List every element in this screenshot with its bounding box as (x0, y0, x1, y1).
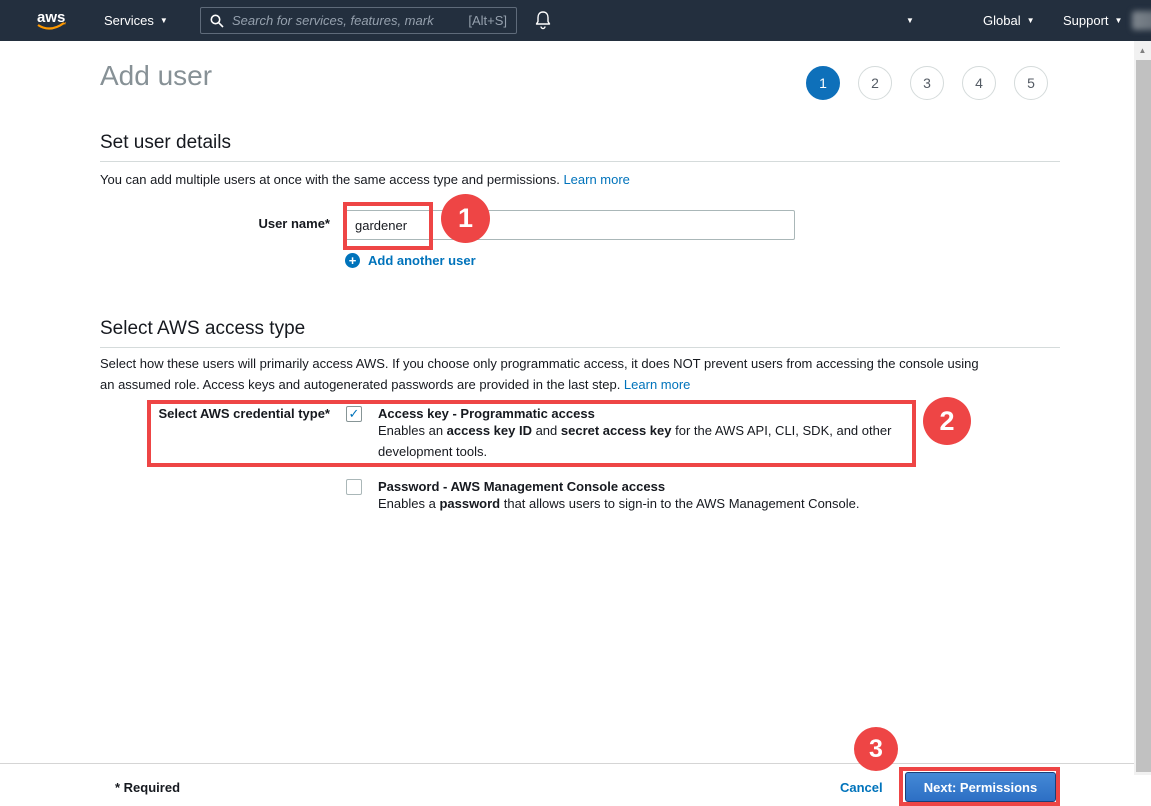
add-another-user-label: Add another user (368, 253, 476, 268)
credential-type-label: Select AWS credential type* (100, 406, 330, 421)
top-nav-bar: aws Services ▼ Search for services, feat… (0, 0, 1151, 41)
access-key-option-description: Enables an access key ID and secret acce… (378, 420, 926, 462)
required-note: * Required (115, 780, 180, 795)
annotation-circle-3: 3 (854, 727, 898, 771)
desc-text: that allows users to sign-in to the AWS … (500, 496, 859, 511)
global-search[interactable]: Search for services, features, mark [Alt… (200, 7, 517, 34)
scrollbar-thumb[interactable] (1136, 60, 1151, 772)
support-menu[interactable]: Support ▼ (1063, 0, 1122, 41)
desc-text: Enables a (378, 496, 439, 511)
section-divider (100, 347, 1060, 348)
chevron-down-icon: ▼ (160, 17, 168, 25)
step-4-indicator: 4 (962, 66, 996, 100)
account-menu[interactable]: ▼ (566, 0, 921, 41)
search-shortcut-hint: [Alt+S] (468, 13, 507, 28)
desc-text: and (532, 423, 561, 438)
password-option-title: Password - AWS Management Console access (378, 479, 665, 494)
step-3-indicator: 3 (910, 66, 944, 100)
next-permissions-button[interactable]: Next: Permissions (905, 772, 1056, 802)
step-2-indicator: 2 (858, 66, 892, 100)
desc-text: Enables an (378, 423, 447, 438)
learn-more-link[interactable]: Learn more (563, 172, 629, 187)
cancel-button[interactable]: Cancel (840, 780, 883, 795)
desc-bold: access key ID (447, 423, 532, 438)
intro-text: You can add multiple users at once with … (100, 172, 563, 187)
chevron-down-icon: ▼ (1115, 17, 1123, 25)
step-1-indicator: 1 (806, 66, 840, 100)
check-icon: ✓ (349, 406, 360, 421)
step-5-indicator: 5 (1014, 66, 1048, 100)
aws-logo-icon: aws (34, 7, 70, 33)
user-details-intro: You can add multiple users at once with … (100, 172, 630, 187)
aws-logo[interactable]: aws (34, 7, 70, 38)
scrollbar-up-arrow[interactable]: ▲ (1134, 44, 1151, 58)
footer-divider (0, 763, 1134, 764)
chevron-down-icon: ▼ (1027, 17, 1035, 25)
region-label: Global (983, 13, 1021, 28)
vertical-scrollbar[interactable]: ▲ (1134, 41, 1151, 775)
account-name-redacted (1132, 11, 1151, 30)
access-key-checkbox[interactable]: ✓ (346, 406, 362, 422)
access-type-intro-line1: Select how these users will primarily ac… (100, 356, 979, 371)
access-type-heading: Select AWS access type (100, 318, 305, 340)
password-checkbox[interactable] (346, 479, 362, 495)
add-another-user-button[interactable]: + Add another user (345, 253, 476, 268)
search-icon (210, 14, 224, 28)
aws-logo-text: aws (37, 9, 65, 26)
user-details-heading: Set user details (100, 132, 231, 154)
username-label: User name* (100, 216, 330, 231)
desc-bold: password (439, 496, 500, 511)
services-label: Services (104, 13, 154, 28)
plus-circle-icon: + (345, 253, 360, 268)
support-label: Support (1063, 13, 1109, 28)
intro-text: an assumed role. Access keys and autogen… (100, 377, 624, 392)
username-input[interactable] (345, 210, 795, 240)
chevron-down-icon: ▼ (906, 17, 914, 25)
section-divider (100, 161, 1060, 162)
access-type-intro-line2: an assumed role. Access keys and autogen… (100, 377, 690, 392)
search-placeholder: Search for services, features, mark (232, 13, 460, 28)
page-title: Add user (100, 60, 212, 92)
password-option-description: Enables a password that allows users to … (378, 493, 978, 514)
notifications-bell[interactable] (534, 10, 554, 31)
learn-more-link[interactable]: Learn more (624, 377, 690, 392)
annotation-circle-2: 2 (923, 397, 971, 445)
services-menu[interactable]: Services ▼ (104, 0, 168, 41)
desc-bold: secret access key (561, 423, 672, 438)
wizard-step-indicator: 1 2 3 4 5 (806, 66, 1048, 100)
add-user-page: aws Services ▼ Search for services, feat… (0, 0, 1151, 806)
access-key-option-title: Access key - Programmatic access (378, 406, 595, 421)
bell-icon (534, 10, 552, 30)
region-menu[interactable]: Global ▼ (983, 0, 1035, 41)
